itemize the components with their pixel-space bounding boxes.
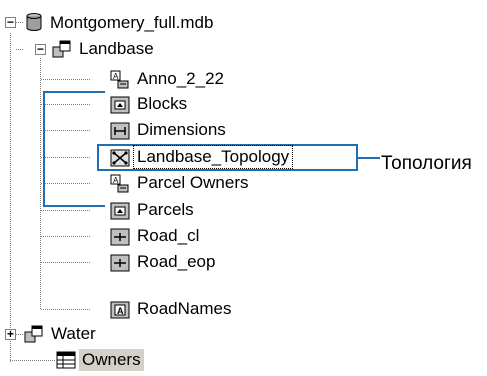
feature-dataset-icon — [24, 325, 43, 343]
tree-node-blocks-label[interactable]: Blocks — [134, 93, 190, 115]
tree-node-root-label[interactable]: Montgomery_full.mdb — [47, 12, 216, 34]
svg-text:A: A — [117, 306, 124, 316]
tree-node-dimensions-label[interactable]: Dimensions — [134, 119, 229, 141]
annotation-text-icon: A — [110, 301, 130, 319]
catalog-tree: − Montgomery_full.mdb − Landbase A Anno_… — [0, 0, 487, 376]
root-collapse-toggle[interactable]: − — [5, 17, 16, 29]
tree-node-water-label[interactable]: Water — [48, 323, 99, 345]
database-icon — [26, 13, 42, 31]
polygon-feature-icon — [110, 96, 130, 114]
table-icon — [56, 351, 76, 369]
tree-node-topology-label[interactable]: Landbase_Topology — [132, 145, 294, 169]
dimension-icon — [110, 122, 130, 140]
tree-node-owners-label[interactable]: Owners — [79, 349, 144, 371]
landbase-collapse-toggle[interactable]: − — [35, 44, 46, 56]
tree-node-roadnames-label[interactable]: RoadNames — [134, 298, 235, 320]
line-feature-icon — [110, 254, 130, 272]
annotation-icon: A — [110, 70, 129, 89]
tree-node-road-eop-label[interactable]: Road_eop — [134, 251, 218, 273]
water-expand-toggle[interactable]: + — [5, 329, 16, 341]
polygon-feature-icon — [110, 202, 130, 220]
topology-icon — [110, 149, 130, 167]
topology-callout-label: Топология — [381, 153, 472, 174]
tree-node-parcel-owners-label[interactable]: Parcel Owners — [134, 172, 251, 194]
tree-node-landbase-label[interactable]: Landbase — [76, 38, 157, 60]
svg-text:A: A — [113, 72, 119, 81]
line-feature-icon — [110, 228, 130, 246]
tree-node-road-cl-label[interactable]: Road_cl — [134, 225, 202, 247]
tree-node-anno-label[interactable]: Anno_2_22 — [134, 68, 227, 90]
feature-dataset-icon — [52, 40, 71, 58]
tree-node-parcels-label[interactable]: Parcels — [134, 199, 197, 221]
svg-text:A: A — [113, 176, 119, 185]
annotation-icon: A — [110, 174, 129, 193]
